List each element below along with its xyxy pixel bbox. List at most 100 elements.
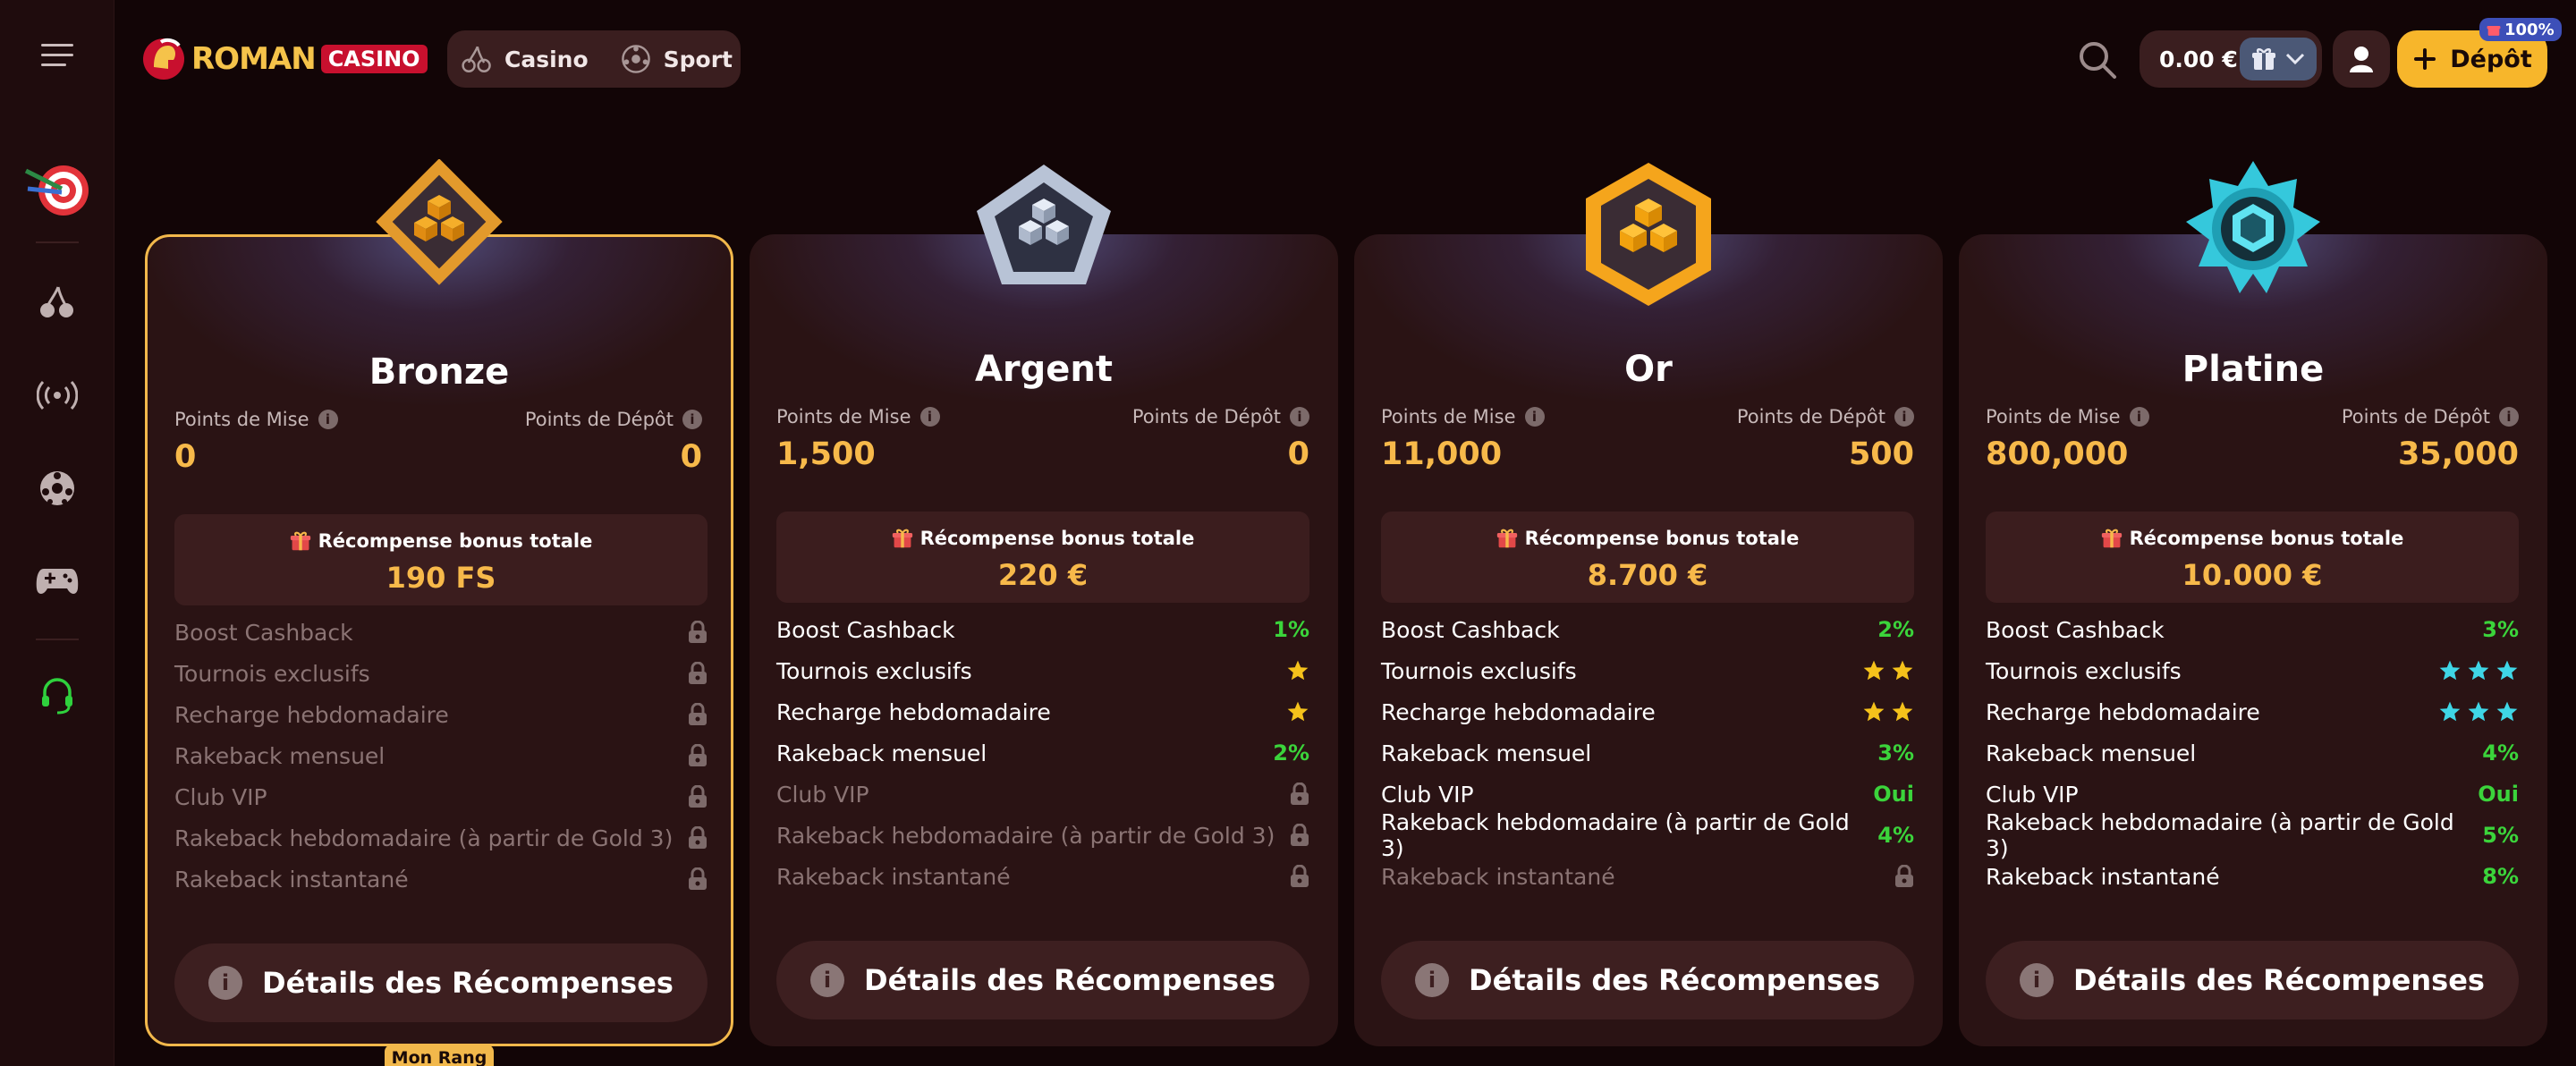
info-icon: i	[208, 966, 243, 1000]
total-bonus-text: Récompense bonus totale	[919, 528, 1195, 549]
perk-name: Recharge hebdomadaire	[1986, 698, 2260, 725]
perk-row: Tournois exclusifs	[1381, 653, 1914, 689]
lock-icon	[689, 744, 707, 766]
tier-emblem	[363, 158, 515, 311]
info-icon[interactable]: i	[1290, 407, 1309, 427]
lock-icon	[689, 785, 707, 808]
deposit-points-value: 35,000	[2397, 436, 2519, 472]
perk-name: Tournois exclusifs	[174, 660, 370, 687]
perk-name: Boost Cashback	[1986, 616, 2165, 643]
tier-title: Bronze	[369, 351, 510, 393]
sidebar-item-promotions[interactable]	[0, 152, 114, 224]
perk-row: Rakeback mensuel 3%	[1381, 735, 1914, 771]
perk-name: Tournois exclusifs	[1986, 657, 2182, 684]
deposit-points-text: Points de Dépôt	[524, 409, 674, 430]
info-icon[interactable]: i	[2129, 407, 2149, 427]
sidebar	[0, 0, 114, 1066]
info-icon[interactable]: i	[682, 410, 702, 429]
reward-details-button[interactable]: i Détails des Récompenses	[1986, 941, 2519, 1019]
my-rank-tab: Mon Rang	[385, 1045, 494, 1066]
perk-name: Rakeback hebdomadaire (à partir de Gold …	[1381, 809, 1850, 861]
perk-value: Oui	[1873, 782, 1914, 807]
perk-name: Rakeback instantané	[1381, 863, 1615, 890]
star-icon	[2439, 660, 2461, 681]
deposit-points-text: Points de Dépôt	[1736, 406, 1885, 427]
nav-casino-label: Casino	[504, 46, 589, 72]
bronze-emblem-icon	[376, 158, 503, 285]
total-bonus-label: Récompense bonus totale	[1381, 528, 1914, 549]
perk-name: Club VIP	[776, 781, 869, 808]
info-icon: i	[2020, 963, 2055, 997]
brand-logo[interactable]: ROMAN CASINO	[141, 32, 428, 86]
nav-sport[interactable]: Sport	[621, 44, 733, 74]
tier-card-or: Or Points de Mise i Points de Dépôt i 11…	[1354, 234, 1943, 1046]
info-icon[interactable]: i	[318, 410, 338, 429]
perk-name: Boost Cashback	[1381, 616, 1560, 643]
perk-row: Boost Cashback 1%	[776, 612, 1309, 647]
top-nav: Casino Sport	[447, 30, 741, 88]
search-button[interactable]	[2077, 39, 2118, 80]
perk-row: Rakeback instantané	[174, 861, 708, 897]
total-bonus-label: Récompense bonus totale	[1986, 528, 2519, 549]
info-icon[interactable]: i	[919, 407, 940, 427]
bet-points-text: Points de Mise	[1986, 406, 2121, 427]
search-icon	[2080, 42, 2116, 79]
info-icon[interactable]: i	[1894, 407, 1914, 427]
perk-name: Rakeback mensuel	[776, 740, 987, 766]
total-bonus-value: 10.000 €	[2182, 558, 2323, 592]
bet-points-text: Points de Mise	[776, 406, 911, 427]
gamepad-icon	[36, 569, 79, 594]
perk-value: 4%	[2482, 740, 2519, 766]
sidebar-item-games[interactable]	[0, 546, 114, 617]
perk-name: Rakeback instantané	[174, 866, 409, 893]
user-icon	[2350, 47, 2373, 72]
perk-row: Recharge hebdomadaire	[776, 694, 1309, 730]
perk-row: Club VIP	[174, 779, 708, 815]
lock-icon	[1895, 865, 1913, 887]
perk-value: 2%	[1877, 617, 1914, 642]
perk-value: 5%	[2482, 823, 2519, 848]
deposit-points-label: Points de Dépôt i	[1132, 406, 1309, 427]
perk-name: Recharge hebdomadaire	[174, 701, 449, 728]
total-bonus-box: Récompense bonus totale 190 FS	[174, 514, 708, 605]
sidebar-item-sport[interactable]	[0, 453, 114, 524]
deposit-points-text: Points de Dépôt	[2341, 406, 2490, 427]
sidebar-item-live[interactable]	[0, 360, 114, 431]
perk-row: Rakeback mensuel 4%	[1986, 735, 2519, 771]
perk-name: Rakeback mensuel	[1381, 740, 1592, 766]
total-bonus-box: Récompense bonus totale 10.000 €	[1986, 512, 2519, 603]
star-icon	[2468, 701, 2489, 722]
sidebar-item-support[interactable]	[0, 660, 114, 732]
lock-icon	[1291, 783, 1309, 805]
menu-button[interactable]	[0, 20, 114, 91]
reward-details-button[interactable]: i Détails des Récompenses	[776, 941, 1309, 1019]
star-icon	[1287, 660, 1309, 681]
gift-icon	[892, 529, 912, 548]
bonus-dropdown[interactable]	[2240, 38, 2317, 80]
perk-row: Boost Cashback	[174, 614, 708, 650]
bet-points-value: 800,000	[1986, 436, 2129, 472]
star-icon	[1892, 660, 1913, 681]
perk-name: Rakeback instantané	[1986, 863, 2220, 890]
perk-name: Recharge hebdomadaire	[1381, 698, 1656, 725]
star-icon	[1892, 701, 1913, 722]
lock-icon	[1291, 824, 1309, 846]
perk-row: Rakeback hebdomadaire (à partir de Gold …	[1986, 809, 2519, 861]
perk-row: Club VIP Oui	[1986, 776, 2519, 812]
reward-details-button[interactable]: i Détails des Récompenses	[1381, 941, 1914, 1019]
sidebar-item-casino[interactable]	[0, 266, 114, 338]
star-icon	[1863, 660, 1885, 681]
perk-row: Recharge hebdomadaire	[1381, 694, 1914, 730]
nav-casino[interactable]: Casino	[462, 44, 589, 74]
info-icon[interactable]: i	[1524, 407, 1545, 427]
logo-roman-text: ROMAN	[191, 41, 317, 77]
headset-support-icon	[42, 678, 72, 715]
perk-name: Rakeback mensuel	[1986, 740, 2197, 766]
info-icon[interactable]: i	[2499, 407, 2519, 427]
account-button[interactable]	[2333, 30, 2390, 88]
perk-stars	[1286, 700, 1309, 723]
wallet-balance[interactable]: 0.00 €	[2140, 30, 2322, 88]
reward-details-button[interactable]: i Détails des Récompenses	[174, 943, 708, 1022]
perk-row: Rakeback hebdomadaire (à partir de Gold …	[174, 820, 708, 856]
perk-row: Rakeback mensuel 2%	[776, 735, 1309, 771]
